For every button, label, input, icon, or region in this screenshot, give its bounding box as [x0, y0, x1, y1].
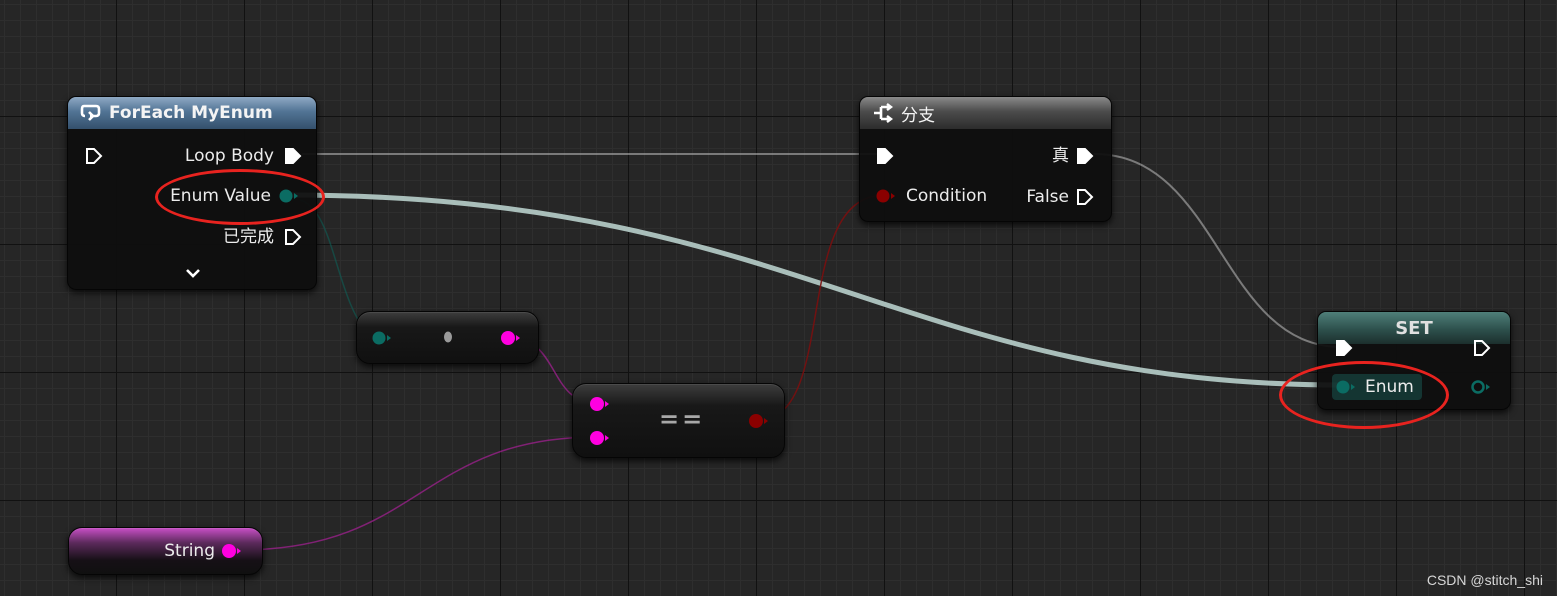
- equal-input-a-pin[interactable]: [589, 396, 611, 412]
- foreach-title: ForEach MyEnum: [109, 103, 273, 123]
- set-node[interactable]: SET Enum: [1317, 311, 1511, 410]
- enum-value-pin[interactable]: [278, 188, 300, 204]
- string-output-pin[interactable]: [221, 543, 243, 559]
- branch-exec-input-pin[interactable]: [876, 147, 894, 165]
- condition-label: Condition: [906, 186, 988, 206]
- equal-input-b-pin[interactable]: [589, 430, 611, 446]
- string-label: String: [164, 541, 215, 561]
- branch-icon: [874, 103, 893, 123]
- branch-title: 分支: [901, 105, 935, 126]
- connection-wires: [239, 153, 1344, 551]
- set-enum-input-pin[interactable]: [1335, 379, 1357, 395]
- expand-chevron-icon[interactable]: [185, 267, 201, 279]
- loop-icon: [80, 104, 101, 121]
- condition-pin[interactable]: [875, 188, 897, 204]
- conversion-output-pin[interactable]: [500, 330, 522, 346]
- completed-exec-pin[interactable]: [284, 228, 302, 246]
- true-exec-pin[interactable]: [1076, 147, 1094, 165]
- enum-value-label: Enum Value: [170, 186, 271, 206]
- branch-node[interactable]: 分支 真 Condition False: [859, 96, 1112, 222]
- wire-string-to-equal: [239, 436, 598, 551]
- true-label: 真: [1052, 146, 1069, 166]
- string-node[interactable]: String: [68, 527, 263, 575]
- set-title: SET: [1395, 317, 1433, 339]
- set-exec-output-pin[interactable]: [1473, 339, 1491, 357]
- equal-operator-label: ==: [659, 405, 706, 433]
- loop-body-exec-pin[interactable]: [284, 147, 302, 165]
- branch-header[interactable]: 分支: [860, 97, 1111, 129]
- enum-conversion-node[interactable]: [356, 311, 539, 364]
- conversion-dot-icon: [444, 331, 452, 343]
- set-exec-input-pin[interactable]: [1335, 339, 1353, 357]
- false-exec-pin[interactable]: [1076, 188, 1094, 206]
- conversion-input-pin[interactable]: [371, 330, 393, 346]
- completed-label: 已完成: [223, 227, 274, 247]
- wire-true-to-set-exec: [1093, 153, 1343, 348]
- loop-body-label: Loop Body: [184, 146, 274, 166]
- false-label: False: [1026, 187, 1069, 207]
- equal-node[interactable]: ==: [572, 383, 785, 458]
- foreach-myenum-node[interactable]: ForEach MyEnum Loop Body Enum Value 已完成: [67, 96, 317, 290]
- set-enum-output-pin[interactable]: [1470, 379, 1492, 395]
- exec-input-pin[interactable]: [85, 147, 103, 165]
- equal-output-pin[interactable]: [748, 413, 770, 429]
- set-enum-label: Enum: [1365, 377, 1414, 397]
- foreach-header[interactable]: ForEach MyEnum: [68, 97, 316, 129]
- watermark: CSDN @stitch_shi: [1426, 572, 1543, 588]
